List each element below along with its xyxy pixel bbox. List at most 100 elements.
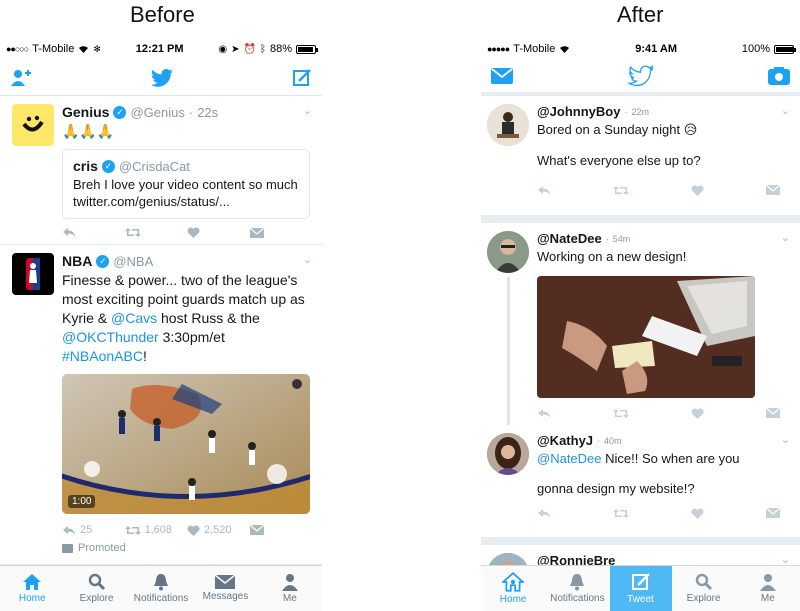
reply-icon <box>63 228 75 237</box>
tab-home[interactable]: Home <box>481 566 545 611</box>
tweet-johnnyboy[interactable]: ⌄ @JohnnyBoy · 22m Bored on a Sunday nig… <box>481 96 800 223</box>
tab-bar: Home Notifications Tweet Explore Me <box>481 565 800 611</box>
tab-explore[interactable]: Explore <box>64 566 128 611</box>
envelope-icon[interactable] <box>491 68 513 84</box>
tweet-time: 40m <box>604 435 622 446</box>
carrier-label: T-Mobile <box>513 43 556 55</box>
dm-button[interactable] <box>249 227 313 238</box>
reply-kathyj[interactable]: ⌄ @KathyJ · 40m @NateDee Nice!! So when … <box>487 433 790 519</box>
chevron-down-icon[interactable]: ⌄ <box>303 104 312 117</box>
mention-link[interactable]: @NateDee <box>537 451 602 466</box>
tweet-text-line1: Bored on a Sunday night 😥 <box>537 122 698 137</box>
envelope-icon[interactable] <box>766 508 780 518</box>
hashtag-link[interactable]: #NBAonABC <box>62 348 143 364</box>
tweet-author-name[interactable]: Genius <box>62 104 109 120</box>
chevron-down-icon[interactable]: ⌄ <box>781 433 790 446</box>
video-duration: 1:00 <box>68 495 96 508</box>
tab-notifications[interactable]: Notifications <box>129 566 193 611</box>
tweet-button[interactable]: Tweet <box>609 566 672 611</box>
tweet-time: 54m <box>612 233 631 244</box>
tab-messages[interactable]: Messages <box>193 566 257 611</box>
quoted-tweet[interactable]: cris ✓ @CrisdaCat Breh I love your video… <box>62 149 310 219</box>
natedee-avatar[interactable] <box>487 231 529 273</box>
tweet-photo[interactable] <box>537 276 755 398</box>
tweet-author-handle[interactable]: @NateDee <box>537 231 602 246</box>
dm-button[interactable] <box>249 525 313 535</box>
chevron-down-icon[interactable]: ⌄ <box>303 253 312 266</box>
reply-count: 25 <box>80 524 93 536</box>
compose-icon[interactable] <box>292 68 312 88</box>
tweet-author-handle[interactable]: @JohnnyBoy <box>537 104 620 119</box>
heart-icon[interactable] <box>691 508 704 519</box>
battery-percent: 88% <box>269 43 292 55</box>
tweet-author-handle[interactable]: @KathyJ <box>537 433 593 448</box>
retweet-icon <box>124 525 141 535</box>
battery-icon <box>295 44 318 54</box>
tab-me[interactable]: Me <box>258 566 322 611</box>
mention-link[interactable]: @OKCThunder <box>62 329 159 345</box>
heart-icon[interactable] <box>691 408 704 419</box>
reply-icon[interactable] <box>537 408 551 419</box>
tab-me[interactable]: Me <box>736 566 800 611</box>
retweet-icon[interactable] <box>613 508 629 519</box>
retweet-button[interactable]: 1,608 <box>124 524 188 536</box>
tweet-text: Finesse & power... two of the league's m… <box>62 272 305 364</box>
tweet-text-line2: What's everyone else up to? <box>537 153 701 168</box>
envelope-icon <box>249 525 264 535</box>
reply-button[interactable]: 25 <box>62 524 125 536</box>
kathyj-avatar[interactable] <box>487 433 529 475</box>
activity-icon: ✻ <box>93 43 101 54</box>
heart-icon[interactable] <box>691 185 704 196</box>
compose-icon <box>631 573 650 590</box>
nba-avatar[interactable] <box>12 253 54 295</box>
retweet-icon[interactable] <box>613 408 629 419</box>
tweet-natedee-thread[interactable]: ⌄ @NateDee · 54m Working on a new design… <box>481 223 800 545</box>
like-button[interactable]: 2,520 <box>187 524 250 536</box>
genius-avatar[interactable] <box>12 104 54 146</box>
envelope-icon[interactable] <box>766 408 780 418</box>
tweet-actions <box>537 408 790 419</box>
tweet-genius[interactable]: ⌄ Genius ✓ @Genius · 22s 🙏🙏🙏 cris ✓ @Cri… <box>0 96 322 245</box>
like-count: 2,520 <box>204 524 232 536</box>
tweet-author-name[interactable]: NBA <box>62 253 92 269</box>
verified-icon: ✓ <box>113 105 127 119</box>
tweet-nba[interactable]: ⌄ NBA ✓ @NBA Finesse & power... two of t… <box>0 245 322 565</box>
carrier-label: T-Mobile <box>32 43 75 55</box>
quote-text: Breh I love your video content so much t… <box>73 177 298 209</box>
like-button[interactable] <box>187 227 250 238</box>
camera-icon[interactable] <box>768 67 790 85</box>
tab-home[interactable]: Home <box>0 566 64 611</box>
tweet-actions: 25 1,608 2,520 <box>62 524 312 536</box>
envelope-icon <box>215 575 236 589</box>
chevron-down-icon[interactable]: ⌄ <box>781 231 790 244</box>
reply-icon[interactable] <box>537 508 551 519</box>
wifi-icon <box>560 46 570 53</box>
reply-icon[interactable] <box>537 185 551 196</box>
lock-icon: ◉ <box>218 43 228 55</box>
home-icon <box>502 572 525 592</box>
thread-line <box>507 277 510 425</box>
top-nav <box>481 60 800 96</box>
chevron-down-icon[interactable]: ⌄ <box>781 104 790 117</box>
search-icon <box>695 573 712 591</box>
battery-icon <box>773 44 796 54</box>
retweet-icon[interactable] <box>613 185 629 196</box>
reply-button[interactable] <box>62 227 125 238</box>
alarm-icon: ⏰ <box>243 43 256 55</box>
mention-link[interactable]: @Cavs <box>111 310 157 326</box>
twitter-bird-icon <box>151 68 173 87</box>
tab-explore[interactable]: Explore <box>672 566 736 611</box>
heart-icon <box>187 524 200 536</box>
tweet-handle[interactable]: @NBA <box>113 254 153 269</box>
envelope-icon[interactable] <box>766 185 780 195</box>
clock: 9:41 AM <box>635 43 677 55</box>
add-user-icon[interactable] <box>10 68 32 88</box>
video-player[interactable]: 1:00 <box>62 374 310 514</box>
tweet-handle[interactable]: @Genius <box>130 105 184 120</box>
tweet-text: Working on a new design! <box>537 249 687 264</box>
envelope-icon <box>249 227 264 238</box>
tweet-time: 22m <box>631 106 649 117</box>
johnnyboy-avatar[interactable] <box>487 104 529 146</box>
retweet-button[interactable] <box>124 227 188 238</box>
tab-notifications[interactable]: Notifications <box>545 566 609 611</box>
